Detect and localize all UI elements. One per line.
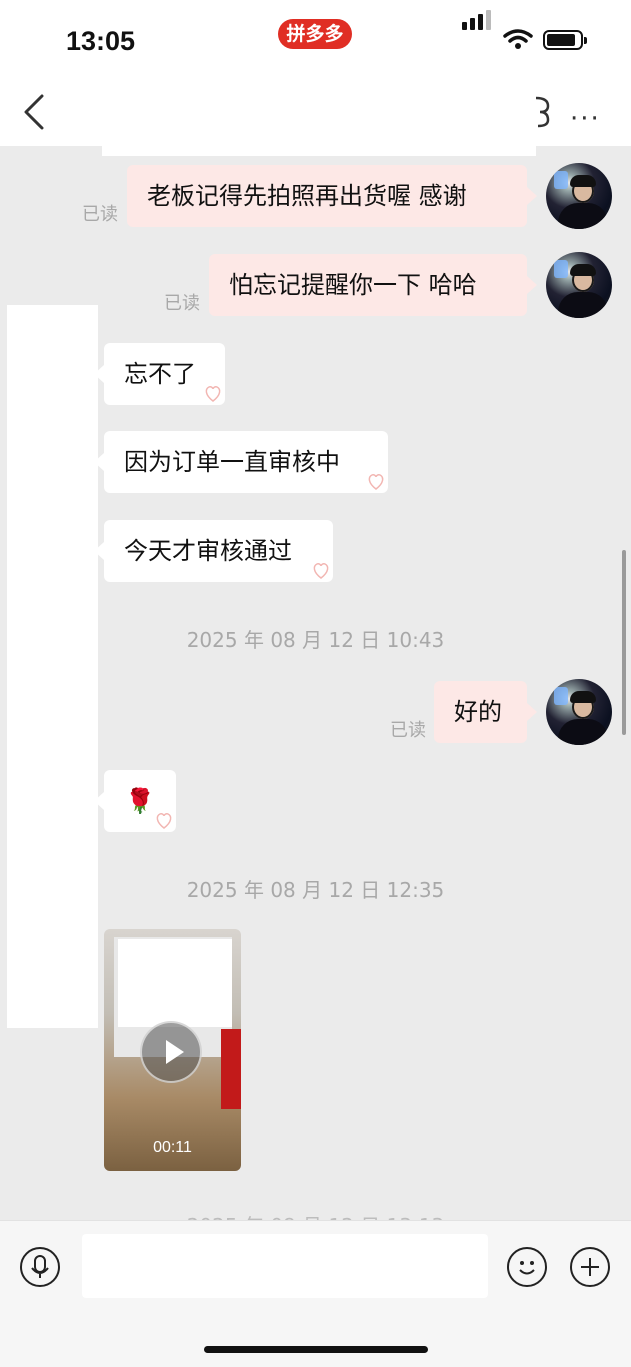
message-in[interactable]: 忘不了	[94, 343, 225, 405]
timestamp: 2025 年 08 月 12 日 10:43	[186, 628, 445, 652]
message-text: 因为订单一直审核中	[124, 448, 340, 476]
chat-header: ···	[0, 80, 631, 146]
brand-watermark-icon	[205, 386, 221, 402]
battery-icon	[543, 30, 587, 50]
status-bar: 13:05 拼多多	[0, 0, 631, 80]
app-badge: 拼多多	[278, 19, 352, 49]
read-receipt: 已读	[390, 720, 426, 741]
plus-icon[interactable]	[570, 1247, 610, 1287]
microphone-icon[interactable]	[20, 1247, 60, 1287]
message-out[interactable]: 怕忘记提醒你一下 哈哈	[209, 254, 537, 316]
message-in[interactable]: 今天才审核通过	[94, 520, 333, 582]
avatar[interactable]	[546, 252, 612, 318]
brand-watermark-icon	[313, 563, 329, 579]
timestamp: 2025 年 08 月 12 日 12:35	[186, 878, 445, 902]
rose-emoji: 🌹	[125, 787, 155, 815]
message-in[interactable]: 因为订单一直审核中	[94, 431, 388, 493]
clock: 13:05	[66, 26, 136, 56]
play-icon[interactable]	[140, 1021, 202, 1083]
chevron-left-icon[interactable]	[20, 92, 52, 132]
service-icon[interactable]	[530, 94, 552, 130]
avatar[interactable]	[546, 679, 612, 745]
previous-card-edge	[102, 146, 536, 156]
scrollbar[interactable]	[622, 550, 626, 735]
brand-watermark-icon	[368, 474, 384, 490]
message-text: 老板记得先拍照再出货喔 感谢	[147, 182, 467, 210]
message-text: 好的	[454, 698, 502, 726]
video-duration: 00:11	[153, 1139, 192, 1156]
wifi-icon	[503, 29, 533, 49]
message-out[interactable]: 老板记得先拍照再出货喔 感谢	[127, 165, 537, 227]
read-receipt: 已读	[164, 293, 200, 314]
message-text: 今天才审核通过	[124, 537, 292, 565]
emoji-icon[interactable]	[507, 1247, 547, 1287]
message-text: 忘不了	[124, 360, 196, 388]
video-message[interactable]: 00:11	[104, 929, 241, 1171]
redacted-panel	[7, 305, 98, 1028]
home-indicator[interactable]	[204, 1346, 428, 1353]
avatar[interactable]	[546, 163, 612, 229]
message-out[interactable]: 好的	[434, 681, 537, 743]
read-receipt: 已读	[82, 204, 118, 225]
redacted-label	[118, 939, 232, 1027]
input-bar	[0, 1220, 631, 1367]
more-icon[interactable]: ···	[570, 104, 601, 134]
package-label	[221, 1029, 241, 1109]
brand-watermark-icon	[156, 813, 172, 829]
message-in[interactable]: 🌹	[94, 770, 176, 832]
message-input[interactable]	[82, 1234, 488, 1298]
message-text: 怕忘记提醒你一下 哈哈	[229, 271, 477, 299]
